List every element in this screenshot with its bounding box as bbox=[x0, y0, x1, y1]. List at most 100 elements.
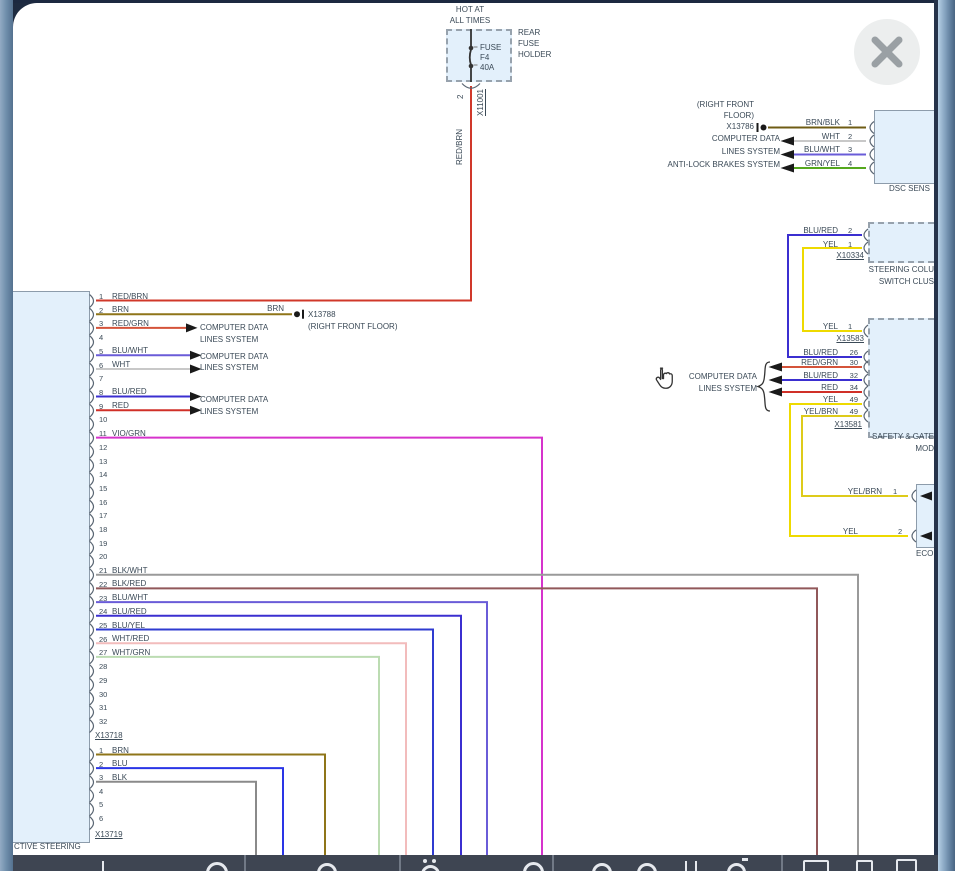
wire-label: RED bbox=[112, 401, 129, 411]
hot-at-label: HOT AT bbox=[436, 5, 504, 15]
pin-number: 1 bbox=[99, 292, 103, 302]
safety-gateway-box bbox=[868, 318, 944, 438]
pan-icon[interactable] bbox=[317, 863, 337, 871]
wire-label: BRN/BLK bbox=[760, 118, 840, 128]
wire-label: RED/BRN bbox=[112, 292, 148, 302]
wire-label: YEL bbox=[758, 240, 838, 250]
pin-number: 26 bbox=[840, 348, 858, 358]
share-arrow-icon[interactable] bbox=[742, 858, 748, 861]
right-scrollbar[interactable] bbox=[938, 0, 955, 871]
details-arc-icon[interactable] bbox=[421, 865, 440, 871]
wire-label: BLK/RED bbox=[112, 579, 146, 589]
pin-number: 13 bbox=[99, 457, 107, 467]
zoom-in-icon[interactable] bbox=[637, 863, 657, 871]
left-ecu-box bbox=[12, 291, 90, 843]
pin-number: 28 bbox=[99, 662, 107, 672]
pin-number: 22 bbox=[99, 580, 107, 590]
pin-number: 3 bbox=[99, 319, 103, 329]
pin-number: 1 bbox=[848, 118, 852, 128]
wire-label: BLU/RED bbox=[112, 387, 147, 397]
zoom-out-icon[interactable] bbox=[592, 863, 612, 871]
share-icon[interactable] bbox=[727, 863, 746, 871]
ecu-module-label: CTIVE STEERING bbox=[14, 842, 81, 852]
details-icon[interactable] bbox=[432, 859, 436, 863]
connector-x10334: X10334 bbox=[800, 251, 864, 261]
pin-number: 10 bbox=[99, 415, 107, 425]
pin-number: 7 bbox=[99, 374, 103, 384]
pin-number: 18 bbox=[99, 525, 107, 535]
pin-number: 16 bbox=[99, 498, 107, 508]
pin-number: 2 bbox=[99, 306, 103, 316]
cursor-icon[interactable] bbox=[102, 861, 104, 871]
export-icon[interactable] bbox=[856, 860, 873, 871]
close-button[interactable] bbox=[853, 18, 921, 86]
details-icon[interactable] bbox=[423, 859, 427, 863]
pin-number: 30 bbox=[840, 358, 858, 368]
pin-number: 1 bbox=[848, 322, 852, 332]
wire-label: YEL/BRN bbox=[800, 487, 882, 497]
wire-label: RED/GRN bbox=[758, 358, 838, 368]
fuse-pin-number: 2 bbox=[456, 87, 465, 99]
holder-label-1: REAR bbox=[518, 28, 540, 38]
wire-label: YEL bbox=[758, 395, 838, 405]
wire-label: BLU/RED bbox=[112, 607, 147, 617]
gateway-label-2: MOD bbox=[787, 444, 934, 454]
wire-label: BLU/RED bbox=[758, 226, 838, 236]
pin-number: 30 bbox=[99, 690, 107, 700]
pin-number: 15 bbox=[99, 484, 107, 494]
pin-number: 32 bbox=[840, 371, 858, 381]
hand-cursor-icon bbox=[651, 366, 675, 399]
rear-fuse-holder-box bbox=[446, 29, 512, 82]
system-label-1: COMPUTER DATA bbox=[200, 352, 268, 362]
pin-number: 5 bbox=[99, 800, 103, 810]
pin-number: 3 bbox=[99, 773, 103, 783]
abs-system-label: ANTI-LOCK BRAKES SYSTEM bbox=[600, 160, 780, 170]
splice-wire-label: BRN bbox=[244, 304, 284, 314]
connector-x13718: X13718 bbox=[95, 731, 123, 741]
system-label-2: LINES SYSTEM bbox=[663, 147, 780, 157]
pin-number: 29 bbox=[99, 676, 107, 686]
dsc-location-2: FLOOR) bbox=[640, 111, 754, 121]
file-icon[interactable] bbox=[896, 859, 917, 871]
toolbar-separator bbox=[244, 855, 246, 871]
bottom-toolbar bbox=[13, 855, 938, 871]
zoom-window-icon[interactable] bbox=[206, 862, 228, 871]
pin-number: 12 bbox=[99, 443, 107, 453]
pin-number: 49 bbox=[840, 407, 858, 417]
save-icon[interactable] bbox=[803, 860, 829, 871]
left-scrollbar[interactable] bbox=[0, 0, 13, 871]
toolbar-separator bbox=[781, 855, 783, 871]
steering-column-box bbox=[868, 222, 944, 263]
holder-label-2: FUSE bbox=[518, 39, 539, 49]
splice-location-label: (RIGHT FRONT FLOOR) bbox=[308, 322, 397, 332]
fuse-amp-label: 40A bbox=[480, 63, 494, 73]
pin-number: 34 bbox=[840, 383, 858, 393]
pin-number: 6 bbox=[99, 814, 103, 824]
wire-label: BLU/WHT bbox=[112, 346, 148, 356]
system-label-1: COMPUTER DATA bbox=[663, 134, 780, 144]
system-label-1: COMPUTER DATA bbox=[200, 323, 268, 333]
pin-number: 2 bbox=[99, 760, 103, 770]
pin-number: 4 bbox=[848, 159, 852, 169]
connector-x13719: X13719 bbox=[95, 830, 123, 840]
pin-number: 4 bbox=[99, 787, 103, 797]
refresh-icon[interactable] bbox=[523, 862, 544, 871]
pin-number: 23 bbox=[99, 594, 107, 604]
wire-label: WHT bbox=[112, 360, 130, 370]
feed-wire-label: RED/BRN bbox=[455, 117, 464, 165]
wire-label: YEL bbox=[758, 322, 838, 332]
toolbar-separator bbox=[399, 855, 401, 871]
connector-x13581: X13581 bbox=[798, 420, 862, 430]
dsc-box-label: DSC SENS bbox=[889, 184, 930, 194]
grid-icon[interactable] bbox=[685, 861, 687, 871]
holder-label-3: HOLDER bbox=[518, 50, 551, 60]
dsc-location-1: (RIGHT FRONT bbox=[640, 100, 754, 110]
wire-label: RED bbox=[758, 383, 838, 393]
grid-icon[interactable] bbox=[695, 861, 697, 871]
pin-number: 9 bbox=[99, 402, 103, 412]
gateway-label-1: SAFETY & GATE bbox=[787, 432, 934, 442]
pin-number: 2 bbox=[848, 226, 852, 236]
system-label-2: LINES SYSTEM bbox=[200, 335, 258, 345]
eco-box-label: ECO bbox=[916, 549, 933, 559]
pin-number: 4 bbox=[99, 333, 103, 343]
